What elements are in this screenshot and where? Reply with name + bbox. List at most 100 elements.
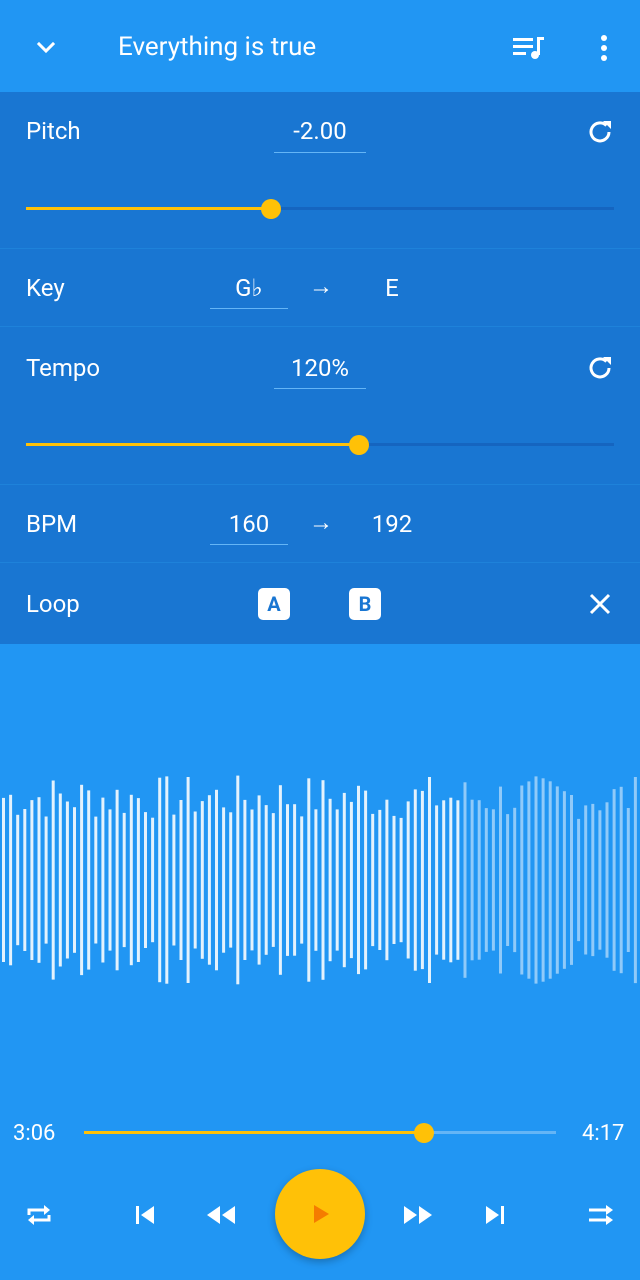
loop-label: Loop <box>26 590 80 618</box>
waveform-bar <box>477 800 481 960</box>
divider <box>0 326 640 327</box>
pitch-field-underline <box>274 152 366 153</box>
waveform-bar <box>236 775 240 985</box>
pitch-reset-refresh-icon[interactable] <box>580 112 620 152</box>
waveform-bar <box>9 794 13 966</box>
waveform-bar <box>321 780 325 980</box>
waveform-bar <box>633 777 637 984</box>
waveform-bar <box>87 790 91 970</box>
loop-b-button[interactable]: B <box>349 588 381 620</box>
waveform-bar <box>158 777 162 983</box>
waveform-bar <box>378 809 382 950</box>
waveform-bar <box>491 809 495 951</box>
waveform-bar <box>612 789 616 971</box>
waveform-bar <box>37 797 41 963</box>
waveform-bar <box>513 807 517 953</box>
waveform-bar <box>577 818 581 942</box>
shuffle-icon[interactable] <box>580 1194 622 1236</box>
waveform-bar <box>243 799 247 960</box>
queue-music-icon[interactable] <box>508 28 548 68</box>
waveform-bar <box>16 814 20 946</box>
waveform-bar <box>200 801 204 959</box>
fast-rewind-icon[interactable] <box>200 1194 242 1236</box>
pitch-slider-thumb[interactable] <box>261 199 282 219</box>
waveform-bar <box>2 797 5 962</box>
waveform-bar <box>456 800 460 960</box>
song-title: Everything is true <box>118 32 317 62</box>
waveform-bar <box>385 799 389 961</box>
waveform-bar <box>392 815 396 944</box>
waveform-bar <box>406 801 410 959</box>
waveform-bar <box>129 794 133 966</box>
waveform-bar <box>278 785 282 975</box>
waveform-bar <box>264 805 268 955</box>
waveform-bar <box>562 791 566 969</box>
skip-previous-icon[interactable] <box>124 1194 166 1236</box>
waveform-bar <box>520 785 524 975</box>
more-vert-icon[interactable] <box>584 28 624 68</box>
tempo-label: Tempo <box>26 354 101 382</box>
waveform-bar <box>23 809 27 951</box>
skip-next-icon[interactable] <box>474 1194 516 1236</box>
fast-forward-icon[interactable] <box>397 1194 439 1236</box>
waveform-bar <box>300 816 304 944</box>
waveform-bar <box>65 801 69 959</box>
close-icon[interactable] <box>580 584 620 624</box>
waveform-bar <box>399 817 403 943</box>
play-button[interactable] <box>275 1169 365 1259</box>
tempo-field-underline <box>274 388 366 389</box>
waveform-bar <box>420 790 424 970</box>
waveform-bar <box>122 812 126 948</box>
waveform-bar <box>207 795 211 965</box>
waveform-bar <box>435 805 439 955</box>
waveform-bar <box>136 798 140 962</box>
chevron-down-icon[interactable] <box>26 28 66 68</box>
total-time: 4:17 <box>582 1121 625 1146</box>
waveform-bar <box>484 808 488 952</box>
waveform-bar <box>499 786 502 974</box>
waveform-bar <box>584 805 588 955</box>
tempo-value-field[interactable]: 120% <box>274 354 366 382</box>
waveform-bar <box>605 802 609 958</box>
key-from-field[interactable]: G♭ <box>210 274 288 302</box>
waveform-bar <box>555 786 559 974</box>
waveform-bar <box>30 800 34 960</box>
seek-fill <box>84 1131 424 1134</box>
tempo-slider-thumb[interactable] <box>349 435 370 455</box>
tempo-reset-refresh-icon[interactable] <box>580 348 620 388</box>
waveform-bar <box>598 810 602 950</box>
waveform-bar <box>108 809 112 951</box>
waveform-bar <box>342 792 346 968</box>
seek-thumb[interactable] <box>413 1123 434 1143</box>
divider <box>0 248 640 249</box>
bpm-field-underline <box>210 544 288 545</box>
waveform-bar <box>548 781 552 979</box>
repeat-icon[interactable] <box>18 1194 60 1236</box>
waveform-bar <box>619 786 623 974</box>
divider <box>0 484 640 485</box>
waveform-bar <box>250 809 254 951</box>
waveform-bar <box>314 809 318 951</box>
waveform-bar <box>215 789 218 971</box>
waveform-bar <box>101 797 105 963</box>
waveform-bar <box>428 777 431 983</box>
waveform-bar <box>328 798 332 962</box>
waveform-bar <box>506 814 510 946</box>
waveform-bar <box>335 809 339 951</box>
waveform-bar <box>94 816 98 944</box>
waveform-bar <box>193 811 197 949</box>
waveform-bar <box>80 784 84 976</box>
top-app-bar: Everything is true <box>0 0 640 92</box>
pitch-value-field[interactable]: -2.00 <box>274 117 366 145</box>
bpm-from-field[interactable]: 160 <box>210 510 288 538</box>
waveform-bar <box>44 816 48 944</box>
waveform-bar <box>534 776 538 984</box>
waveform-bar <box>463 782 467 978</box>
waveform-bar <box>626 808 630 952</box>
waveform-bar <box>442 800 446 960</box>
waveform-bar <box>179 800 183 960</box>
waveform[interactable] <box>0 760 640 1000</box>
divider <box>0 562 640 563</box>
waveform-bar <box>357 785 360 975</box>
loop-a-button[interactable]: A <box>258 588 290 620</box>
